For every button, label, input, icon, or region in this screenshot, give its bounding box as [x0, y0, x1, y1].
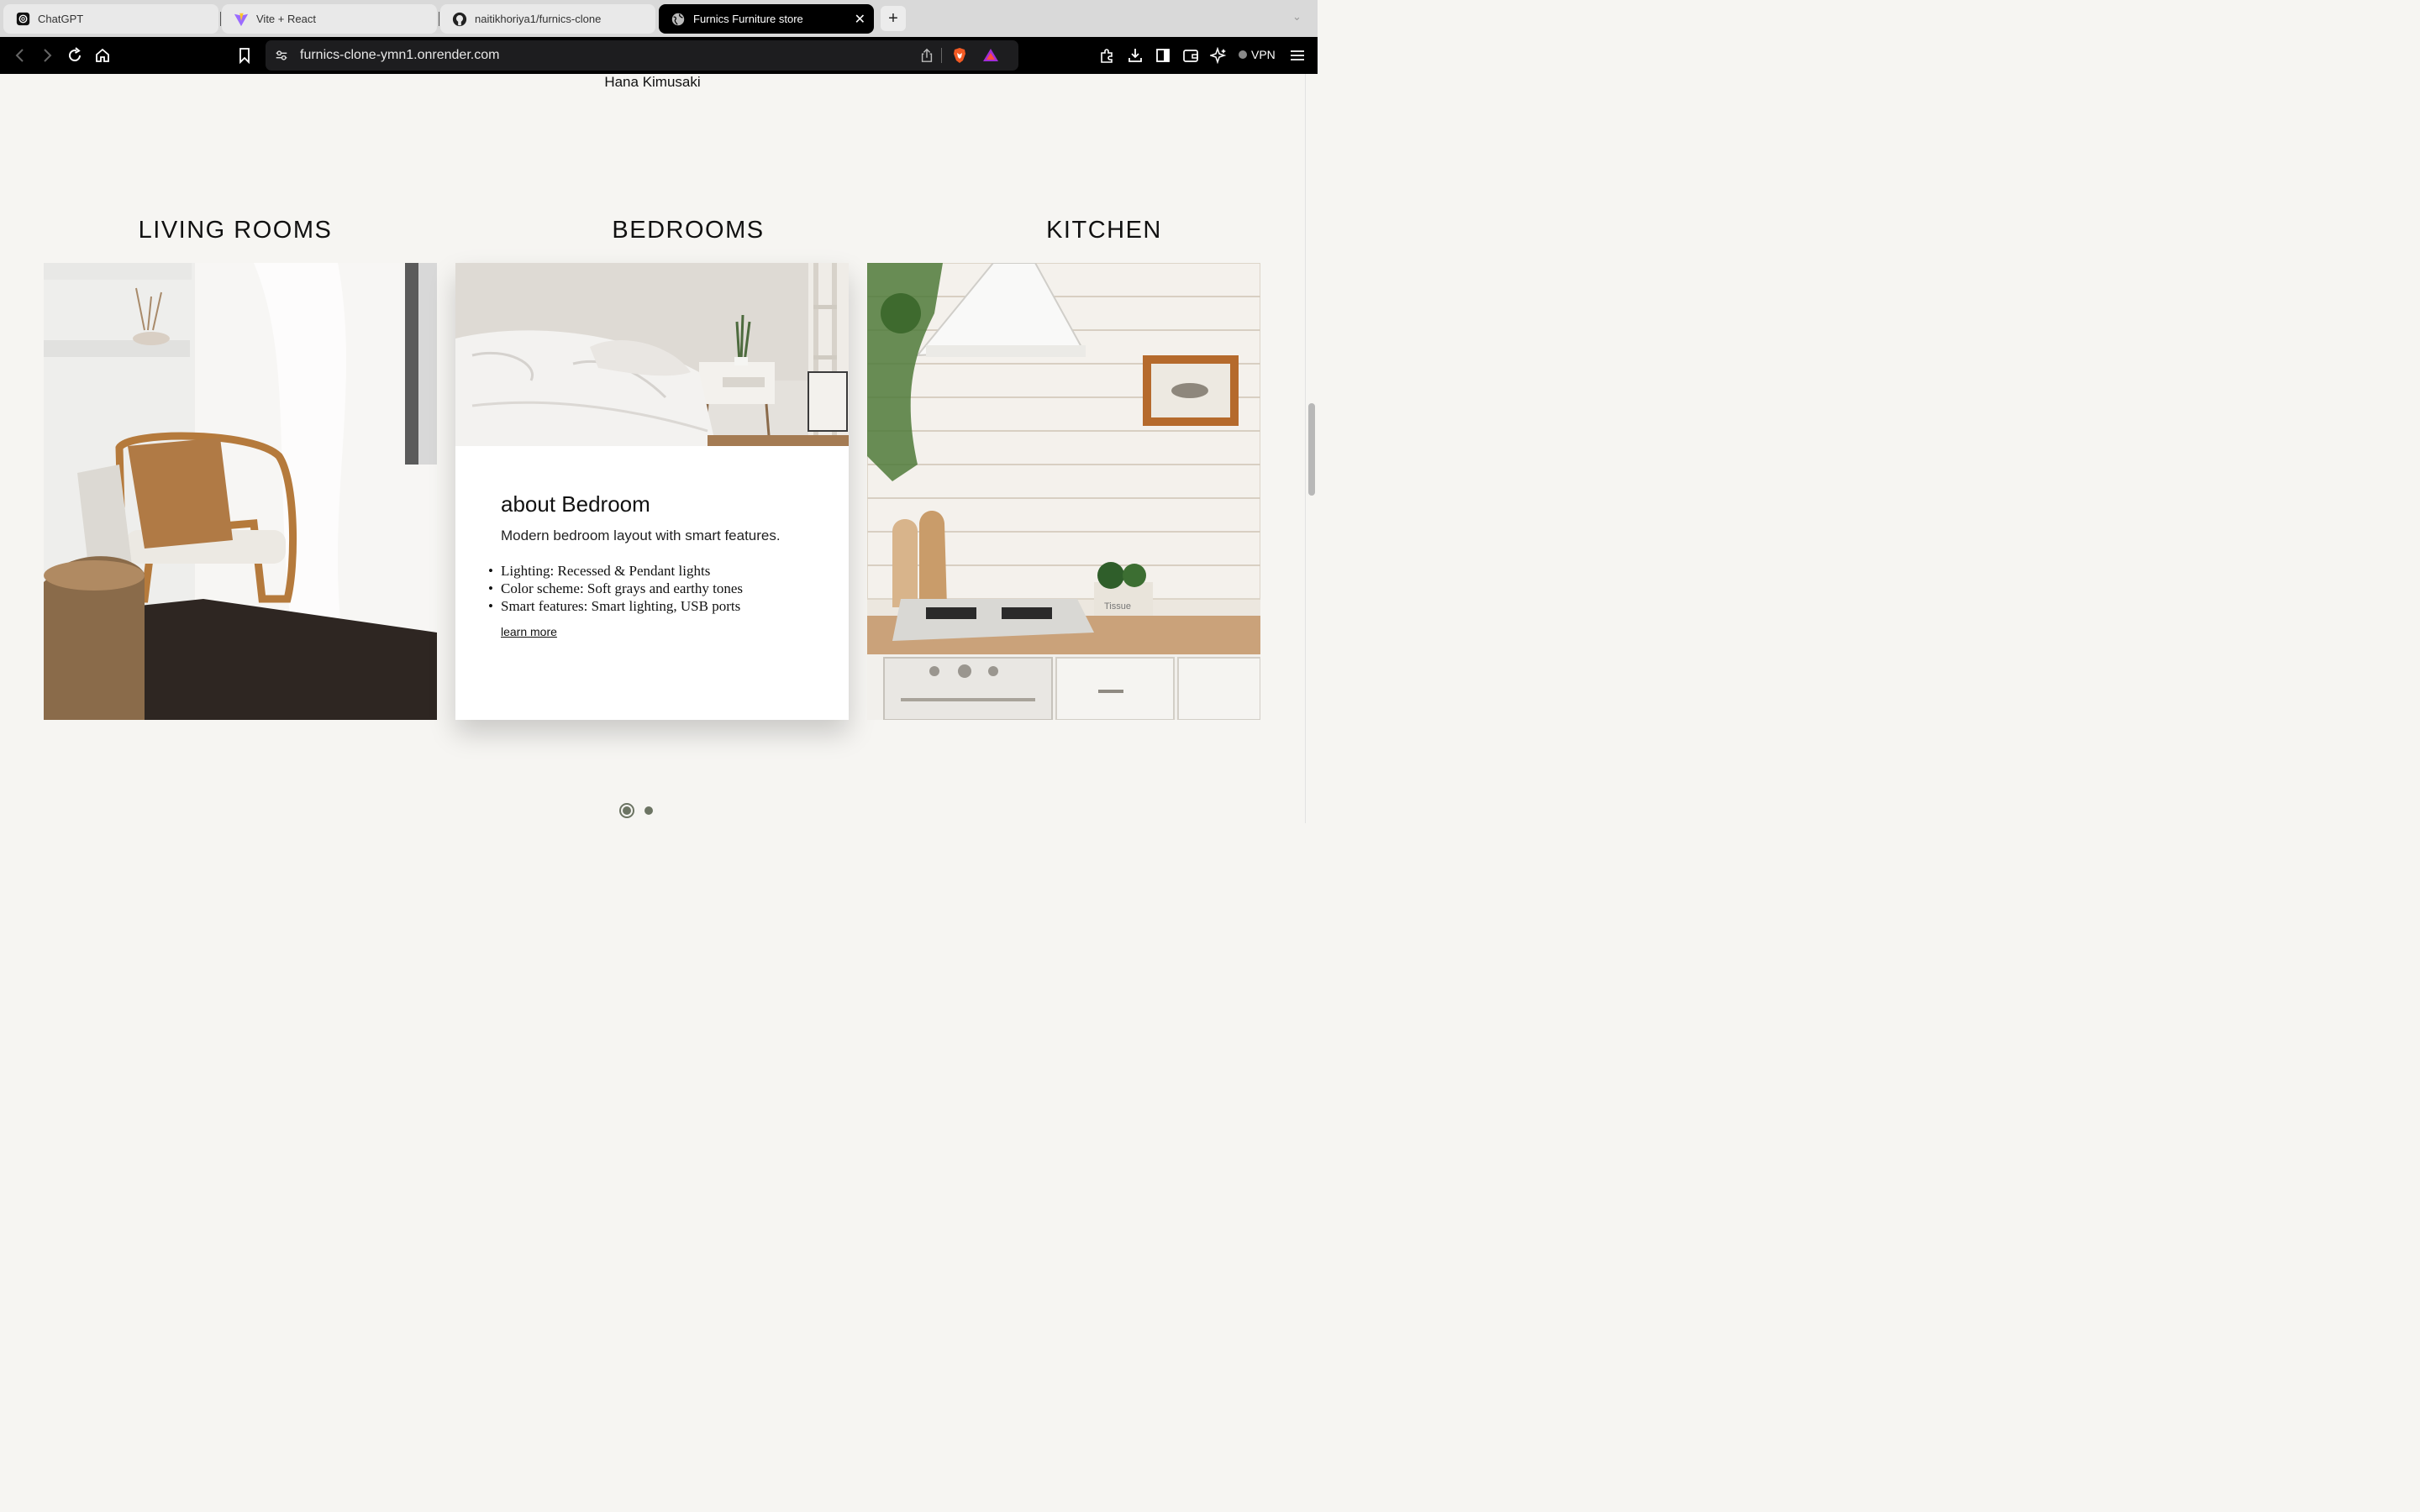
vpn-button[interactable]: VPN	[1239, 48, 1276, 61]
bedroom-feature-list: Lighting: Recessed & Pendant lights Colo…	[488, 562, 743, 615]
bedroom-card-description: Modern bedroom layout with smart feature…	[501, 528, 781, 543]
tab-vite-react[interactable]: Vite + React	[222, 4, 437, 34]
category-title-kitchen: KITCHEN	[1046, 217, 1162, 244]
page-viewport: Hana Kimusaki LIVING ROOMS BEDROOMS KITC…	[0, 74, 1305, 823]
vite-icon	[234, 12, 249, 27]
download-icon[interactable]	[1125, 45, 1145, 66]
testimonial-author: Hana Kimusaki	[604, 74, 701, 90]
tab-separator	[220, 12, 221, 26]
address-bar[interactable]: furnics-clone-ymn1.onrender.com	[266, 40, 1018, 71]
kitchen-card[interactable]: Tissue	[867, 263, 1260, 720]
carousel-dot-active[interactable]	[619, 803, 634, 818]
kitchen-image: Tissue	[867, 263, 1260, 720]
tab-label: Furnics Furniture store	[693, 13, 803, 25]
globe-icon	[671, 12, 686, 27]
brave-shield-icon[interactable]	[951, 47, 968, 68]
feature-item: Smart features: Smart lighting, USB port…	[488, 597, 743, 615]
tab-github[interactable]: naitikhoriya1/furnics-clone	[440, 4, 655, 34]
site-settings-icon[interactable]	[274, 48, 289, 67]
living-room-image	[44, 263, 437, 720]
category-title-living-rooms: LIVING ROOMS	[138, 217, 333, 244]
navigation-bar: furnics-clone-ymn1.onrender.com VPN	[0, 37, 1318, 74]
leo-ai-icon[interactable]	[1208, 45, 1228, 66]
living-room-card[interactable]	[44, 263, 437, 720]
carousel-dot[interactable]	[644, 806, 653, 815]
address-separator	[941, 48, 942, 63]
extensions-icon[interactable]	[1097, 45, 1118, 66]
new-tab-button[interactable]: +	[881, 6, 906, 31]
wallet-icon[interactable]	[1181, 45, 1201, 66]
sidebar-toggle-icon[interactable]	[1153, 45, 1173, 66]
category-title-bedrooms: BEDROOMS	[612, 217, 765, 244]
scrollbar-thumb[interactable]	[1308, 403, 1315, 496]
feature-item: Lighting: Recessed & Pendant lights	[488, 562, 743, 580]
tab-label: naitikhoriya1/furnics-clone	[475, 13, 602, 25]
tab-list-chevron-icon[interactable]: ⌄	[1292, 10, 1302, 24]
tab-label: Vite + React	[256, 13, 316, 25]
page-scrollbar[interactable]	[1305, 74, 1318, 823]
learn-more-link[interactable]: learn more	[501, 625, 557, 638]
vpn-status-icon	[1239, 50, 1247, 59]
url-text: furnics-clone-ymn1.onrender.com	[300, 48, 500, 62]
bedroom-card-title: about Bedroom	[501, 491, 650, 517]
github-icon	[452, 12, 467, 27]
chatgpt-icon	[15, 12, 30, 27]
home-icon[interactable]	[92, 45, 113, 66]
close-tab-icon[interactable]: ✕	[855, 11, 865, 28]
back-arrow-icon[interactable]	[10, 45, 30, 66]
bedroom-image	[455, 263, 849, 446]
reload-icon[interactable]	[65, 45, 85, 66]
bookmark-icon[interactable]	[234, 45, 255, 66]
tab-chatgpt[interactable]: ChatGPT	[3, 4, 218, 34]
tab-furnics[interactable]: Furnics Furniture store ✕	[659, 4, 874, 34]
forward-arrow-icon[interactable]	[37, 45, 57, 66]
tissue-box-label: Tissue	[1104, 601, 1131, 612]
bedroom-card[interactable]: about Bedroom Modern bedroom layout with…	[455, 263, 849, 720]
feature-item: Color scheme: Soft grays and earthy tone…	[488, 580, 743, 597]
vpn-label: VPN	[1251, 48, 1276, 61]
tab-bar: ChatGPT Vite + React naitikhoriya1/furni…	[0, 0, 1318, 37]
tab-label: ChatGPT	[38, 13, 84, 25]
share-icon[interactable]	[919, 48, 934, 67]
carousel-pagination	[619, 803, 653, 818]
brave-rewards-icon[interactable]	[982, 47, 999, 68]
menu-icon[interactable]	[1287, 45, 1307, 66]
